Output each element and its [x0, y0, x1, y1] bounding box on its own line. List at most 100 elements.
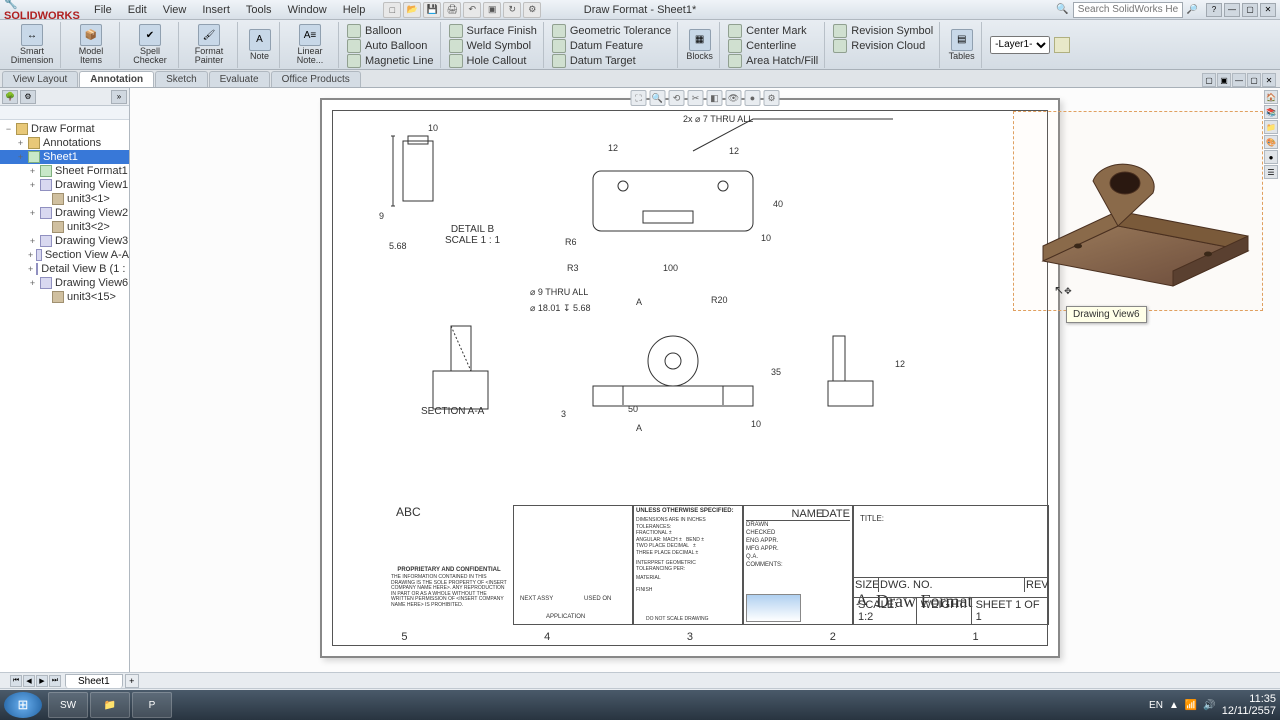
magnetic-line-button[interactable]: Magnetic Line [347, 54, 434, 68]
tab-evaluate[interactable]: Evaluate [209, 71, 270, 87]
doc-minimize-icon[interactable]: — [1232, 73, 1246, 87]
view-palette-tab-icon[interactable]: 🎨 [1264, 135, 1278, 149]
tree-node[interactable]: +Drawing View3 [0, 234, 129, 248]
tree-node[interactable]: +Drawing View1 [0, 178, 129, 192]
tree-node[interactable]: +Drawing View2 [0, 206, 129, 220]
tray-network-icon[interactable]: 📶 [1185, 700, 1197, 711]
tree-node[interactable]: unit3<15> [0, 290, 129, 304]
tray-flag-icon[interactable]: ▲ [1169, 700, 1179, 711]
ft-pin-icon[interactable]: » [111, 90, 127, 104]
ft-tab-tree-icon[interactable]: 🌳 [2, 90, 18, 104]
drawing-canvas[interactable]: ⛶ 🔍 ⟲ ✂ ◧ 👁 ● ⚙ [130, 88, 1280, 690]
sheet1-tab[interactable]: Sheet1 [65, 674, 123, 688]
layer-combo[interactable]: -Layer1- [990, 36, 1050, 54]
tree-node[interactable]: +Annotations [0, 136, 129, 150]
tray-volume-icon[interactable]: 🔊 [1203, 700, 1215, 711]
spell-checker-button[interactable]: ✔Spell Checker [122, 22, 179, 68]
file-explorer-tab-icon[interactable]: 📁 [1264, 120, 1278, 134]
tab-sketch[interactable]: Sketch [155, 71, 208, 87]
sheet-prev-icon[interactable]: ◀ [23, 675, 35, 687]
scene-icon[interactable]: ● [745, 90, 761, 106]
tree-node[interactable]: +Section View A-A [0, 248, 129, 262]
smart-dimension-button[interactable]: ↔Smart Dimension [4, 22, 61, 68]
zoom-area-icon[interactable]: 🔍 [650, 90, 666, 106]
minimize-icon[interactable]: — [1224, 3, 1240, 17]
save-icon[interactable]: 💾 [423, 2, 441, 18]
blocks-button[interactable]: ▦Blocks [680, 22, 720, 68]
linear-note-button[interactable]: A≡Linear Note... [282, 22, 339, 68]
datum-target-button[interactable]: Datum Target [552, 54, 671, 68]
view-settings-icon[interactable]: ⚙ [764, 90, 780, 106]
viewport-single-icon[interactable]: ▢ [1202, 73, 1216, 87]
select-icon[interactable]: ▣ [483, 2, 501, 18]
tab-view-layout[interactable]: View Layout [2, 71, 78, 87]
custom-props-tab-icon[interactable]: ☰ [1264, 165, 1278, 179]
area-hatch-button[interactable]: Area Hatch/Fill [728, 54, 818, 68]
menu-tools[interactable]: Tools [238, 4, 280, 16]
balloon-button[interactable]: Balloon [347, 24, 434, 38]
menu-file[interactable]: File [86, 4, 120, 16]
centerline-button[interactable]: Centerline [728, 39, 818, 53]
section-view-icon[interactable]: ✂ [688, 90, 704, 106]
revision-symbol-button[interactable]: Revision Symbol [833, 24, 933, 38]
prev-view-icon[interactable]: ⟲ [669, 90, 685, 106]
options-icon[interactable]: ⚙ [523, 2, 541, 18]
open-icon[interactable]: 📂 [403, 2, 421, 18]
feature-tree-filter-bar[interactable] [0, 106, 129, 120]
start-button[interactable]: ⊞ [4, 692, 42, 718]
revision-cloud-button[interactable]: Revision Cloud [833, 39, 933, 53]
display-style-icon[interactable]: ◧ [707, 90, 723, 106]
tree-node[interactable]: +Sheet1 [0, 150, 129, 164]
appearances-tab-icon[interactable]: ● [1264, 150, 1278, 164]
taskbar-solidworks[interactable]: SW [48, 692, 88, 718]
doc-close-icon[interactable]: ✕ [1262, 73, 1276, 87]
menu-window[interactable]: Window [280, 4, 335, 16]
sheet-last-icon[interactable]: ⏭ [49, 675, 61, 687]
clock[interactable]: 11:3512/11/2557 [1222, 693, 1276, 717]
menu-insert[interactable]: Insert [194, 4, 238, 16]
search-go-icon[interactable]: 🔎 [1187, 4, 1198, 15]
help-search-input[interactable] [1073, 2, 1183, 18]
maximize-icon[interactable]: ▢ [1242, 3, 1258, 17]
format-painter-button[interactable]: 🖌Format Painter [181, 22, 238, 68]
print-icon[interactable]: 🖨 [443, 2, 461, 18]
tree-node[interactable]: +Drawing View6 [0, 276, 129, 290]
lang-indicator[interactable]: EN [1149, 700, 1163, 711]
feature-tree[interactable]: −Draw Format +Annotations+Sheet1+Sheet F… [0, 120, 129, 690]
help-icon[interactable]: ? [1206, 3, 1222, 17]
zoom-fit-icon[interactable]: ⛶ [631, 90, 647, 106]
hide-show-icon[interactable]: 👁 [726, 90, 742, 106]
surface-finish-button[interactable]: Surface Finish [449, 24, 537, 38]
drawing-sheet[interactable]: 10 9 5.68 DETAIL B SCALE 1 : 1 2x ⌀ 7 TH… [320, 98, 1060, 658]
datum-feature-button[interactable]: Datum Feature [552, 39, 671, 53]
taskbar-powerpoint[interactable]: P [132, 692, 172, 718]
tables-button[interactable]: ▤Tables [942, 22, 982, 68]
sheet-first-icon[interactable]: ⏮ [10, 675, 22, 687]
tree-node[interactable]: unit3<1> [0, 192, 129, 206]
center-mark-button[interactable]: Center Mark [728, 24, 818, 38]
auto-balloon-button[interactable]: Auto Balloon [347, 39, 434, 53]
tree-node[interactable]: +Detail View B (1 : 1) [0, 262, 129, 276]
menu-help[interactable]: Help [335, 4, 374, 16]
sheet-next-icon[interactable]: ▶ [36, 675, 48, 687]
geo-tolerance-button[interactable]: Geometric Tolerance [552, 24, 671, 38]
add-sheet-icon[interactable]: + [125, 674, 139, 688]
close-icon[interactable]: ✕ [1260, 3, 1276, 17]
note-button[interactable]: ANote [240, 22, 280, 68]
menu-view[interactable]: View [155, 4, 195, 16]
tab-office-products[interactable]: Office Products [271, 71, 361, 87]
isometric-model[interactable] [1033, 141, 1258, 301]
viewport-split-icon[interactable]: ▣ [1217, 73, 1231, 87]
resources-tab-icon[interactable]: 🏠 [1264, 90, 1278, 104]
design-lib-tab-icon[interactable]: 📚 [1264, 105, 1278, 119]
model-items-button[interactable]: 📦Model Items [63, 22, 120, 68]
menu-edit[interactable]: Edit [120, 4, 155, 16]
rebuild-icon[interactable]: ↻ [503, 2, 521, 18]
layer-props-icon[interactable] [1054, 37, 1070, 53]
new-icon[interactable]: □ [383, 2, 401, 18]
doc-maximize-icon[interactable]: ▢ [1247, 73, 1261, 87]
tab-annotation[interactable]: Annotation [79, 71, 154, 87]
taskbar-explorer[interactable]: 📁 [90, 692, 130, 718]
tree-node[interactable]: unit3<2> [0, 220, 129, 234]
weld-symbol-button[interactable]: Weld Symbol [449, 39, 537, 53]
